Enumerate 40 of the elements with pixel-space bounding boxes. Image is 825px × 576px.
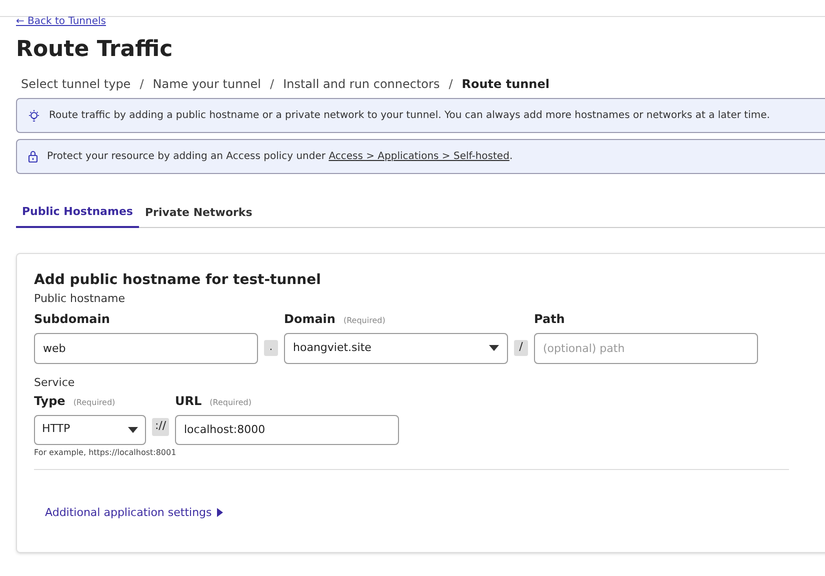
subdomain-field[interactable]: web bbox=[34, 332, 258, 364]
page-title: Route Traffic bbox=[16, 37, 174, 63]
tab[interactable]: Private Networks bbox=[138, 204, 258, 226]
field-label: Type bbox=[34, 392, 66, 410]
required-note: (Required) bbox=[210, 396, 252, 408]
additional-settings-toggle[interactable]: Additional application settings bbox=[45, 504, 223, 521]
breadcrumb-step: Route tunnel bbox=[462, 75, 550, 93]
required-note: (Required) bbox=[343, 314, 386, 326]
back-link[interactable]: ← Back to Tunnels bbox=[16, 17, 825, 27]
field-label: Domain bbox=[284, 310, 336, 328]
breadcrumb-step: Install and run connectors bbox=[283, 75, 440, 93]
tab[interactable]: Public Hostnames bbox=[16, 204, 139, 228]
breadcrumb-separator: / bbox=[270, 76, 274, 93]
caret-icon bbox=[489, 345, 499, 351]
lock-icon bbox=[27, 150, 39, 163]
breadcrumb-separator: / bbox=[448, 76, 453, 93]
slash-separator: / bbox=[514, 340, 528, 356]
field-label: Path bbox=[534, 310, 565, 328]
dot-separator: . bbox=[264, 340, 278, 356]
hint-text: For example, https://localhost:8001 bbox=[34, 446, 178, 458]
breadcrumb-step: Name your tunnel bbox=[152, 75, 262, 93]
scheme-separator: :// bbox=[152, 418, 169, 436]
domain-select[interactable]: hoangviet.site bbox=[284, 332, 508, 364]
form-heading: Add public hostname for test-tunnel bbox=[34, 270, 322, 290]
breadcrumb-separator: / bbox=[140, 76, 144, 93]
url-field[interactable]: localhost:8000 bbox=[175, 414, 399, 444]
caret-icon bbox=[216, 508, 223, 518]
field-label: Subdomain bbox=[34, 310, 110, 328]
breadcrumb-step: Select tunnel type bbox=[21, 75, 131, 93]
notice-text: Route traffic by adding a public hostname or a private network to your tunnel. You can always add more hostnames or networks at a later time. bbox=[49, 109, 770, 123]
path-field[interactable]: (optional) path bbox=[534, 332, 758, 364]
access-link[interactable]: Access > Applications > Self-hosted bbox=[328, 151, 510, 162]
caret-icon bbox=[128, 426, 138, 432]
section-label: Service bbox=[34, 376, 76, 390]
field-label: URL bbox=[175, 392, 202, 410]
type-select[interactable]: HTTP bbox=[34, 414, 146, 444]
lightbulb-icon bbox=[27, 108, 41, 122]
section-label: Public hostname bbox=[34, 292, 126, 306]
required-note: (Required) bbox=[73, 396, 116, 408]
notice-text: Protect your resource by adding an Access policy under Access > Applications > Self-hosted. bbox=[47, 150, 513, 164]
